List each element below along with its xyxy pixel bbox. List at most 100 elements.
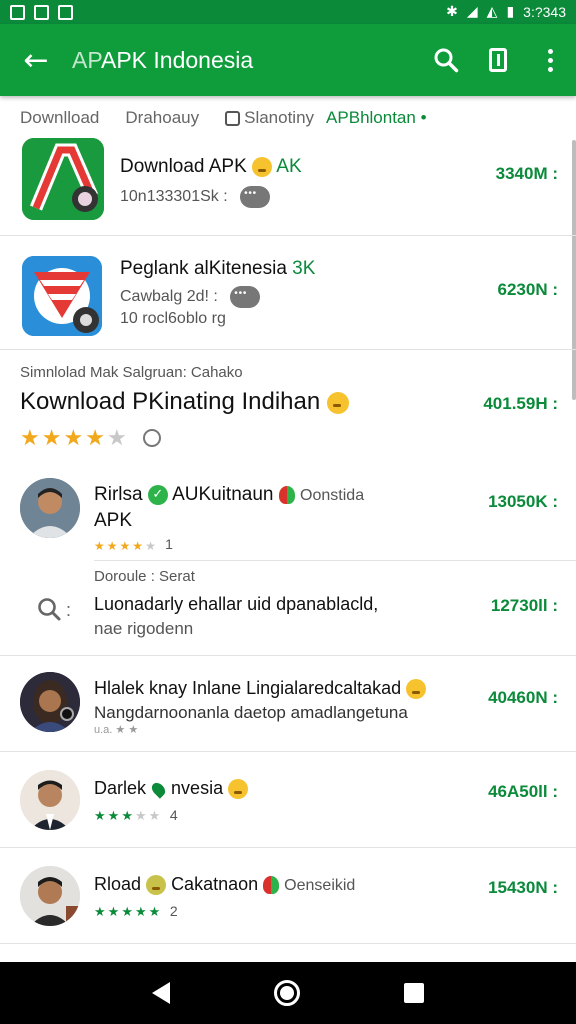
nav-recents-icon[interactable]	[404, 983, 424, 1003]
review-rating: ★ ★ ★ ★ ★ 4	[94, 807, 248, 824]
rating-stars: ★ ★ ★ ★ ★	[20, 426, 127, 451]
review-name: Rload	[94, 874, 142, 894]
filter-drahoauy[interactable]: Drahoauy	[125, 108, 199, 128]
row-subtitle: Cawbalg 2d! :	[120, 286, 315, 308]
star-filled-icon: ★	[119, 538, 131, 553]
review-item[interactable]: Doroule : Serat : Luonadarly ehallar uid…	[0, 560, 576, 656]
avatar[interactable]	[20, 866, 80, 926]
bluetooth-icon: ✱	[446, 4, 458, 20]
review-text: Rirlsa ✓ AUKuitnaun Oonstida APK ★ ★ ★ ★ ★ 1	[94, 484, 364, 553]
message-icon	[58, 4, 73, 20]
filter-tabs: Downlload Drahoauy Slanotiny APBhlontan …	[0, 100, 576, 136]
row-size: 6230N :	[497, 280, 558, 299]
star-filled-icon: ★	[85, 425, 105, 451]
row-title: Download APK AK	[120, 156, 302, 178]
person-photo-icon	[20, 770, 80, 830]
nav-back-icon[interactable]	[152, 982, 170, 1004]
list-item[interactable]: Download APK AK 10n133301Sk : 3340M :	[0, 136, 576, 236]
more-button[interactable]	[524, 24, 576, 96]
map-pin-icon	[149, 780, 168, 799]
filter-slanotiny[interactable]: Slanotiny	[225, 108, 314, 128]
star-filled-icon: ★	[41, 425, 62, 451]
mail-icon	[34, 4, 49, 20]
avatar[interactable]	[20, 478, 80, 538]
review-rating: ★ ★ ★ ★ ★ 2	[94, 903, 355, 920]
star-filled-icon: ★	[107, 809, 120, 825]
separator-icon: :	[66, 600, 72, 620]
star-filled-icon: ★	[63, 425, 84, 451]
card-button[interactable]	[472, 24, 524, 96]
pin-icon	[278, 485, 295, 504]
apk-logo-icon	[22, 138, 104, 220]
review-size: 12730ll :	[490, 596, 558, 615]
info-icon[interactable]	[142, 429, 161, 448]
review-app: AUKuitnaun	[172, 484, 274, 505]
review-size: 40460N :	[488, 688, 558, 707]
review-label: Doroule : Serat	[94, 568, 195, 585]
star-empty-icon: ★	[106, 425, 127, 451]
review-size: 15430N :	[488, 878, 558, 897]
emoji-icon	[406, 679, 427, 700]
rating-stars: ★ ★ ★ ★ ★	[94, 539, 156, 553]
row-title-text: Download APK	[120, 156, 247, 177]
system-nav-bar	[0, 962, 576, 1024]
filter-active-dot: •	[420, 108, 427, 127]
row-subtitle-2: 10 rocl6oblo rg	[120, 310, 226, 327]
row-text: Download APK AK 10n133301Sk :	[120, 156, 302, 208]
section-title-text: Kownload PKinating Indihan	[20, 388, 321, 415]
lock-icon	[225, 110, 241, 126]
star-filled-icon: ★	[121, 809, 133, 825]
star-filled-icon: ★	[148, 905, 161, 921]
review-extra: Oonstida	[300, 487, 365, 504]
search-button[interactable]	[420, 24, 472, 96]
review-body: Nangdarnoonanla daetop amadlangetuna	[94, 703, 408, 723]
row-subtitle: 10n133301Sk :	[120, 186, 302, 208]
emoji-icon	[228, 779, 249, 800]
search-icon[interactable]	[36, 596, 64, 624]
star-filled-icon: ★	[134, 905, 147, 921]
wifi-icon: ◭	[486, 4, 498, 20]
star-filled-icon: ★	[94, 905, 106, 921]
status-left	[10, 4, 73, 20]
star-empty-icon: ★	[134, 809, 147, 825]
review-app: nvesia	[171, 778, 224, 798]
filter-active[interactable]: APBhlontan •	[326, 108, 426, 128]
app-bar: ← APAPK Indonesia	[0, 24, 576, 96]
row-subtitle-text: 10n133301Sk :	[120, 188, 228, 206]
review-body: Luonadarly ehallar uid dpanablacld,	[94, 594, 379, 614]
review-item[interactable]: Hlalek knay Inlane Lingialaredcaltakad N…	[0, 656, 576, 752]
status-time: 3:?343	[523, 4, 566, 20]
review-app: Cakatnaon	[171, 874, 259, 894]
review-size: 46A50ll :	[488, 782, 558, 801]
review-rating: ★ ★ ★ ★ ★ 1	[94, 536, 364, 553]
filter-download[interactable]: Downlload	[20, 108, 99, 128]
star-filled-icon: ★	[106, 538, 118, 553]
rating-stars: ★ ★ ★ ★ ★	[94, 809, 160, 824]
review-count: 4	[169, 807, 178, 824]
person-photo-icon	[20, 672, 80, 732]
rating-stars: ★ ★ ★ ★ ★	[94, 905, 160, 920]
filter-active-label: APBhlontan	[326, 108, 416, 127]
avatar[interactable]	[20, 672, 80, 732]
review-item[interactable]: Rirlsa ✓ AUKuitnaun Oonstida APK ★ ★ ★ ★ ★ 1…	[0, 460, 576, 560]
review-count: 2	[169, 903, 178, 920]
review-count: 1	[165, 536, 173, 552]
nav-home-icon[interactable]	[274, 980, 300, 1006]
chat-icon	[240, 186, 271, 208]
review-item[interactable]: Rload Cakatnaon Oenseikid ★ ★ ★ ★ ★ 2 15430N…	[0, 848, 576, 944]
section-header: Simnlolad Mak Salgruan: Cahako Kownload …	[0, 350, 576, 460]
search-icon	[434, 48, 459, 73]
row-title: Peglank alKitenesia 3K	[120, 258, 315, 280]
review-item[interactable]: Darlek nvesia ★ ★ ★ ★ ★ 4 46A50ll :	[0, 752, 576, 848]
list-item[interactable]: Peglank alKitenesia 3K Cawbalg 2d! : 10 …	[0, 236, 576, 350]
app-icon-a	[22, 138, 104, 220]
app-icon-b	[22, 256, 102, 336]
row-tag: 3K	[292, 258, 316, 279]
star-empty-icon: ★	[145, 538, 156, 553]
review-extra: Oenseikid	[284, 877, 356, 894]
review-text: Rload Cakatnaon Oenseikid ★ ★ ★ ★ ★ 2	[94, 874, 355, 920]
back-button[interactable]: ←	[0, 24, 72, 96]
review-text: Darlek nvesia ★ ★ ★ ★ ★ 4	[94, 778, 249, 824]
star-filled-icon: ★	[20, 425, 40, 451]
avatar[interactable]	[20, 770, 80, 830]
